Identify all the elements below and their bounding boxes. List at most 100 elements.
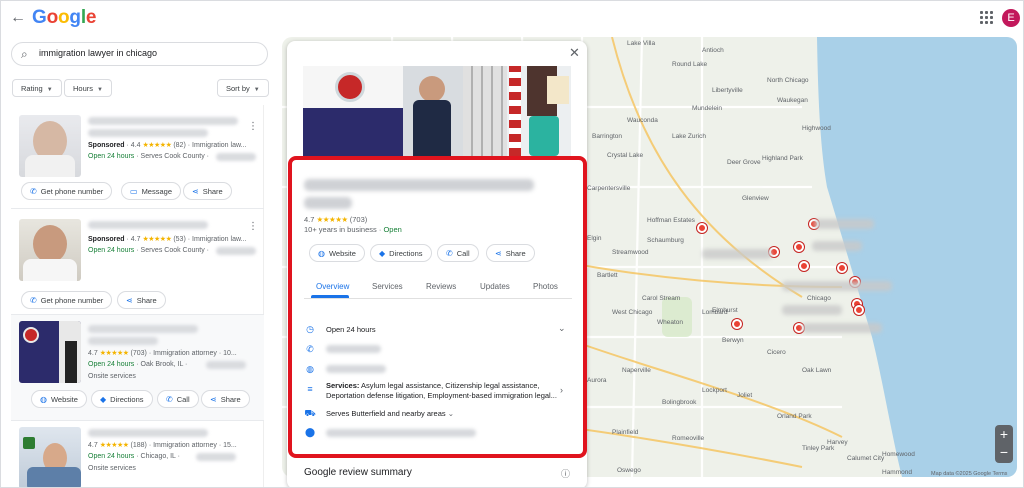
map-place-label: Tinley Park	[802, 445, 835, 452]
share-button[interactable]: ⋖ Share	[117, 291, 166, 309]
zoom-in-button[interactable]: +	[995, 425, 1013, 443]
address-redacted[interactable]	[326, 429, 476, 437]
close-icon[interactable]: ✕	[569, 45, 580, 61]
list-item[interactable]: ⋮ Sponsored · 4.4 ★★★★★ (82) · Immigrati…	[11, 105, 264, 209]
map-place-label: West Chicago	[612, 309, 653, 316]
map-place-label: Elgin	[587, 235, 602, 242]
more-options-icon[interactable]: ⋮	[248, 121, 258, 132]
phone-icon: ✆	[166, 395, 173, 404]
tab-photos[interactable]: Photos	[533, 282, 558, 291]
place-photos[interactable]	[303, 66, 571, 156]
map-place-label: Harvey	[827, 439, 848, 446]
zoom-out-button[interactable]: −	[995, 443, 1013, 461]
phone-icon: ✆	[30, 296, 37, 305]
result-title-redacted	[88, 117, 238, 125]
search-input[interactable]: ⌕ immigration lawyer in chicago	[11, 42, 268, 66]
directions-button[interactable]: ◆ Directions	[91, 390, 153, 408]
map-place-label: Wauconda	[627, 117, 658, 124]
share-button[interactable]: ⋖ Share	[183, 182, 232, 200]
website-button[interactable]: ◍ Website	[309, 244, 365, 262]
map-place-label: Wheaton	[657, 319, 684, 326]
tab-updates[interactable]: Updates	[480, 282, 510, 291]
directions-button[interactable]: ◆ Directions	[370, 244, 432, 262]
list-item[interactable]: 4.7 ★★★★★ (703) · Immigration attorney ·…	[11, 315, 264, 421]
directions-icon: ◆	[379, 249, 386, 258]
website-button[interactable]: ◍ Website	[31, 390, 87, 408]
clock-icon: ◷	[306, 324, 314, 334]
map-place-label: Joliet	[737, 392, 753, 399]
map-place-label: Calumet City	[847, 455, 885, 462]
chevron-down-icon[interactable]: ⌄	[558, 323, 566, 334]
zoom-controls[interactable]: + −	[995, 425, 1013, 463]
map-place-label: Lombard	[702, 309, 728, 316]
service-area[interactable]: Serves Butterfield and nearby areas ⌄	[326, 409, 454, 418]
more-options-icon[interactable]: ⋮	[248, 221, 258, 232]
globe-icon: ◍	[318, 249, 325, 258]
map-place-label: Oak Lawn	[802, 367, 832, 374]
account-avatar[interactable]: E	[1002, 9, 1020, 27]
info-icon[interactable]: ⓘ	[561, 467, 570, 480]
list-item[interactable]: 4.7 ★★★★★ (188) · Immigration attorney ·…	[11, 421, 264, 487]
google-logo[interactable]: Google	[32, 7, 96, 29]
map-marker[interactable]	[837, 263, 847, 273]
phone-redacted[interactable]	[326, 345, 381, 353]
place-title-redacted	[304, 179, 534, 191]
tab-reviews[interactable]: Reviews	[426, 282, 456, 291]
map-marker[interactable]	[794, 242, 804, 252]
tab-services[interactable]: Services	[372, 282, 403, 291]
message-icon: ▭	[130, 187, 138, 196]
message-button[interactable]: ▭ Message	[121, 182, 181, 200]
map-place-label: Hammond	[882, 469, 912, 476]
apps-grid-icon[interactable]	[980, 11, 994, 25]
share-icon: ⋖	[495, 249, 502, 258]
directions-icon: ◆	[100, 395, 107, 404]
call-button[interactable]: ✆ Call	[157, 390, 199, 408]
map-place-label: Carpentersville	[587, 185, 631, 192]
map-place-label: Highwood	[802, 125, 831, 132]
share-button[interactable]: ⋖ Share	[486, 244, 535, 262]
logo-letter: G	[32, 7, 47, 28]
map-place-label: Lake Zurich	[672, 133, 706, 140]
location-pin-icon: ⬤	[304, 427, 316, 437]
services-line[interactable]: Deportation defense litigation, Employme…	[326, 391, 557, 400]
phone-icon: ✆	[30, 187, 37, 196]
services-line[interactable]: Services: Asylum legal assistance, Citiz…	[326, 381, 539, 390]
map-place-label: Lockport	[702, 387, 727, 394]
call-button[interactable]: ✆ Call	[437, 244, 479, 262]
map-marker[interactable]	[697, 223, 707, 233]
browser-frame: { "header": { "logo_parts": [ {"t": "G",…	[0, 0, 1024, 488]
hours-status[interactable]: Open 24 hours	[326, 325, 376, 334]
map-marker[interactable]	[854, 305, 864, 315]
get-phone-number-button[interactable]: ✆ Get phone number	[21, 291, 113, 309]
active-tab-indicator	[311, 295, 349, 298]
map-place-label: Antioch	[702, 47, 724, 54]
tab-overview[interactable]: Overview	[316, 282, 349, 291]
list-item[interactable]: ⋮ Sponsored · 4.7 ★★★★★ (53) · Immigrati…	[11, 209, 264, 315]
truck-icon: ⛟	[304, 408, 316, 418]
hours-filter[interactable]: Hours ▼	[64, 79, 112, 97]
rating-filter[interactable]: Rating ▼	[12, 79, 62, 97]
lake-michigan	[817, 37, 1017, 477]
result-photo	[19, 321, 81, 383]
map-place-label: Berwyn	[722, 337, 744, 344]
share-button[interactable]: ⋖ Share	[201, 390, 250, 408]
map-place-label: Naperville	[622, 367, 651, 374]
map-marker[interactable]	[799, 261, 809, 271]
website-redacted[interactable]	[326, 365, 386, 373]
result-photo	[19, 115, 81, 177]
review-summary-heading: Google review summary	[304, 467, 412, 478]
sort-by-dropdown[interactable]: Sort by ▼	[217, 79, 269, 97]
get-phone-number-button[interactable]: ✆ Get phone number	[21, 182, 113, 200]
phone-icon: ✆	[306, 344, 314, 354]
logo-letter: o	[58, 7, 70, 28]
back-arrow-icon[interactable]: ←	[10, 9, 28, 27]
map-place-label: Streamwood	[612, 249, 649, 256]
map-place-label: Homewood	[882, 451, 915, 458]
map-marker[interactable]	[732, 319, 742, 329]
map-place-label: Waukegan	[777, 97, 808, 104]
map-place-label: Lake Villa	[627, 40, 656, 47]
chevron-right-icon[interactable]: ›	[560, 385, 563, 395]
map-place-label: Glenview	[742, 195, 769, 202]
map-place-label: Hoffman Estates	[647, 217, 695, 224]
phone-icon: ✆	[446, 249, 453, 258]
